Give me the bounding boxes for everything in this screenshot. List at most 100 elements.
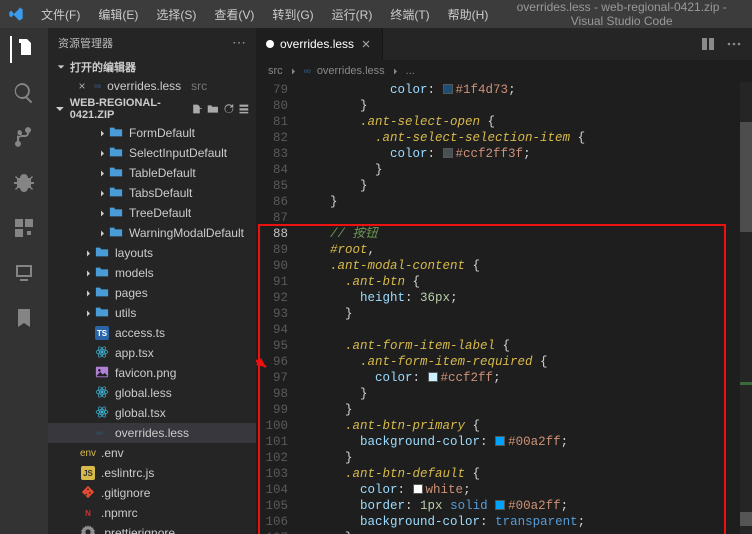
tree-folder[interactable]: SelectInputDefault (48, 143, 256, 163)
breadcrumb-seg[interactable]: ... (406, 65, 415, 77)
activity-extensions[interactable] (12, 216, 36, 243)
chevron-right-icon (96, 209, 108, 218)
menu-goto[interactable]: 转到(G) (265, 4, 320, 25)
tab-overrides-less[interactable]: overrides.less (256, 28, 383, 60)
color-swatch[interactable] (443, 84, 453, 94)
overview-mark (740, 382, 752, 385)
tree-item-label: .npmrc (101, 506, 250, 520)
tree-file[interactable]: app.tsx (48, 343, 256, 363)
menu-terminal[interactable]: 终端(T) (383, 4, 436, 25)
more-icon[interactable] (726, 36, 742, 52)
tree-folder[interactable]: TreeDefault (48, 203, 256, 223)
menu-view[interactable]: 查看(V) (207, 4, 261, 25)
tree-folder[interactable]: TableDefault (48, 163, 256, 183)
activity-debug[interactable] (12, 171, 36, 198)
env-icon: env (80, 445, 96, 461)
tree-file[interactable]: TSaccess.ts (48, 323, 256, 343)
tree-folder[interactable]: FormDefault (48, 123, 256, 143)
activity-explorer[interactable] (10, 36, 36, 63)
tree-file[interactable]: JS.eslintrc.js (48, 463, 256, 483)
scrollbar-vertical[interactable] (740, 82, 752, 534)
overview-mark (740, 512, 752, 526)
refresh-icon[interactable] (223, 102, 235, 116)
less-icon: ∞ (94, 425, 110, 441)
activity-remote[interactable] (12, 261, 36, 288)
tree-file[interactable]: env .env (48, 443, 256, 463)
breadcrumb[interactable]: src ∞ overrides.less ... (256, 60, 752, 82)
tree-folder[interactable]: WarningModalDefault (48, 223, 256, 243)
menu-file[interactable]: 文件(F) (34, 4, 87, 25)
folder-icon (94, 265, 110, 281)
color-swatch[interactable] (495, 436, 505, 446)
tree-file[interactable]: .prettierignore (48, 523, 256, 534)
tree-folder[interactable]: pages (48, 283, 256, 303)
breadcrumb-seg[interactable]: src (268, 65, 283, 77)
img-icon (94, 365, 110, 381)
color-swatch[interactable] (428, 372, 438, 382)
tree-item-label: TreeDefault (129, 206, 250, 220)
tree-item-label: .env (101, 446, 250, 460)
titlebar: 文件(F) 编辑(E) 选择(S) 查看(V) 转到(G) 运行(R) 终端(T… (0, 0, 752, 28)
color-swatch[interactable] (443, 148, 453, 158)
tree-item-label: app.tsx (115, 346, 250, 360)
new-file-icon[interactable] (191, 102, 203, 116)
chevron-right-icon (82, 269, 94, 278)
project-section[interactable]: WEB-REGIONAL-0421.ZIP (48, 95, 256, 123)
vscode-logo-icon (8, 6, 24, 22)
color-swatch[interactable] (413, 484, 423, 494)
explorer-sidebar: 资源管理器 ⋯ 打开的编辑器 × ∞ overrides.less src WE… (48, 28, 256, 534)
tree-item-label: overrides.less (115, 426, 250, 440)
chevron-right-icon (82, 289, 94, 298)
tree-folder[interactable]: TabsDefault (48, 183, 256, 203)
collapse-icon[interactable] (238, 102, 250, 116)
open-editors-section[interactable]: 打开的编辑器 (48, 57, 256, 77)
open-editor-item[interactable]: × ∞ overrides.less src (48, 77, 256, 95)
close-icon[interactable]: × (76, 79, 88, 93)
scrollbar-thumb[interactable] (740, 122, 752, 232)
folder-icon (108, 205, 124, 221)
tree-file[interactable]: global.tsx (48, 403, 256, 423)
tree-folder[interactable]: models (48, 263, 256, 283)
tree-folder[interactable]: utils (48, 303, 256, 323)
activity-scm[interactable] (12, 126, 36, 153)
open-editors-label: 打开的编辑器 (70, 59, 136, 75)
sidebar-more-icon[interactable]: ⋯ (232, 34, 246, 51)
tree-item-label: .gitignore (101, 486, 250, 500)
activity-bookmark[interactable] (12, 306, 36, 333)
less-file-icon: ∞ (304, 66, 311, 77)
menu-help[interactable]: 帮助(H) (441, 4, 496, 25)
tree-file[interactable]: .gitignore (48, 483, 256, 503)
close-icon[interactable] (360, 38, 372, 50)
menu-run[interactable]: 运行(R) (325, 4, 380, 25)
tree-file[interactable]: N.npmrc (48, 503, 256, 523)
tree-item-label: global.tsx (115, 406, 250, 420)
split-editor-icon[interactable] (700, 36, 716, 52)
tree-file[interactable]: favicon.png (48, 363, 256, 383)
ts-icon: TS (94, 325, 110, 341)
activity-search[interactable] (12, 81, 36, 108)
folder-icon (108, 225, 124, 241)
chevron-right-icon (391, 67, 400, 76)
folder-icon (108, 145, 124, 161)
breadcrumb-seg[interactable]: overrides.less (317, 65, 385, 77)
menu-select[interactable]: 选择(S) (149, 4, 203, 25)
folder-icon (94, 245, 110, 261)
menu-edit[interactable]: 编辑(E) (91, 4, 145, 25)
tree-file[interactable]: ∞ overrides.less (48, 423, 256, 443)
new-folder-icon[interactable] (207, 102, 219, 116)
color-swatch[interactable] (495, 500, 505, 510)
tab-label: overrides.less (280, 37, 354, 51)
activity-bar (0, 28, 48, 534)
tree-item-label: .prettierignore (101, 526, 250, 534)
folder-icon (108, 125, 124, 141)
tree-file[interactable]: global.less (48, 383, 256, 403)
less-file-icon: ∞ (94, 81, 101, 92)
files-icon (12, 36, 36, 60)
file-tree[interactable]: FormDefaultSelectInputDefault TableDefaul… (48, 123, 256, 534)
sidebar-title: 资源管理器 (58, 35, 232, 51)
open-editor-name: overrides.less (107, 79, 181, 93)
tree-folder[interactable]: layouts (48, 243, 256, 263)
tree-item-label: TableDefault (129, 166, 250, 180)
code-lines[interactable]: color: #1f4d73; } .ant-select-open { .an… (300, 82, 752, 534)
code-editor[interactable]: 7980818283848586878889909192939495969798… (256, 82, 752, 534)
